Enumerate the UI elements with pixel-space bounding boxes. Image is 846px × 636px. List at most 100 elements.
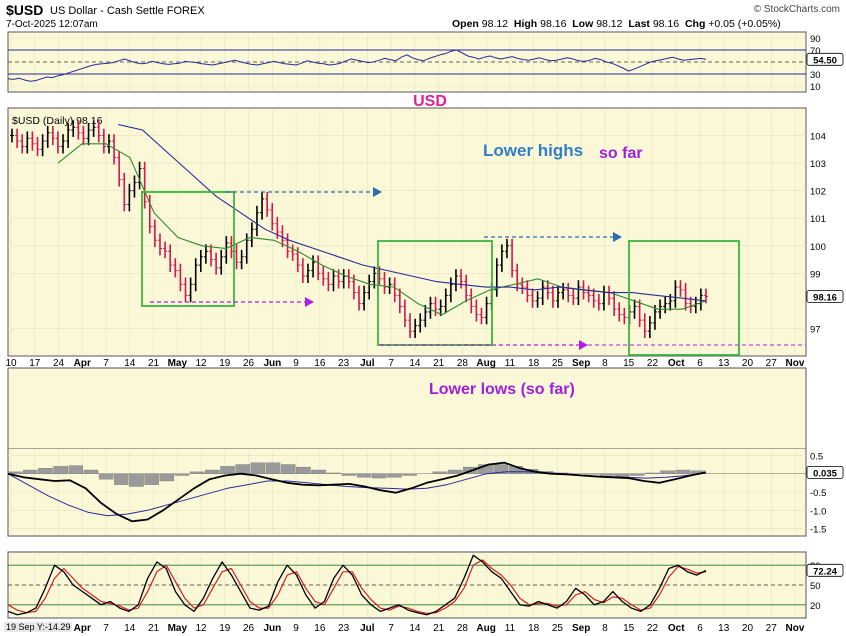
macd-histogram-bar-40: [614, 473, 630, 477]
x-tick-label-upper-21: 11: [505, 358, 516, 369]
symbol-description: US Dollar - Cash Settle FOREX: [50, 5, 205, 17]
x-tick-label-lower-10: 26: [243, 623, 255, 634]
x-tick-label-upper-2: 24: [53, 358, 65, 369]
x-tick-label-lower-12: 9: [293, 623, 299, 634]
chart-date: 7-Oct-2025 12:07am: [6, 19, 98, 30]
macd-histogram-bar-20: [311, 469, 326, 474]
stoch-last-value: 72.24: [813, 566, 837, 577]
x-tick-label-upper-27: 22: [647, 358, 659, 369]
rsi-tick-3: 10: [810, 82, 821, 93]
annotation-lower-highs: Lower highs: [483, 141, 583, 160]
x-tick-label-upper-29: 6: [697, 358, 703, 369]
x-tick-label-lower-24: Sep: [572, 623, 590, 634]
x-tick-label-lower-18: 21: [433, 623, 445, 634]
x-tick-label-lower-27: 22: [647, 623, 659, 634]
x-tick-label-upper-9: 19: [219, 358, 231, 369]
x-tick-label-lower-9: 19: [219, 623, 231, 634]
stockcharts-credit: © StockCharts.com: [753, 4, 840, 15]
x-tick-label-upper-25: 8: [602, 358, 608, 369]
x-tick-label-upper-32: 27: [766, 358, 778, 369]
price-tick-1: 103: [810, 159, 826, 170]
x-tick-label-upper-3: Apr: [74, 358, 91, 369]
x-tick-label-upper-14: 23: [338, 358, 350, 369]
macd-histogram-bar-4: [68, 465, 84, 474]
x-tick-label-lower-21: 11: [505, 623, 516, 634]
x-tick-label-lower-30: 13: [718, 623, 730, 634]
x-tick-label-upper-0: 10: [5, 358, 17, 369]
x-tick-label-upper-15: Jul: [360, 358, 375, 369]
macd-tick-2: -1.0: [810, 506, 826, 517]
x-tick-label-lower-23: 25: [552, 623, 564, 634]
ohlc-readout: Open 98.12 High 98.16 Low 98.12 Last 98.…: [452, 18, 781, 30]
macd-histogram-bar-6: [98, 473, 114, 480]
x-tick-label-lower-7: May: [168, 623, 188, 634]
high-value: 98.16: [540, 18, 567, 30]
macd-histogram-bar-10: [159, 473, 175, 482]
cursor-readout: 19 Sep Y:-14.29: [4, 622, 73, 632]
x-tick-label-upper-1: 17: [29, 358, 41, 369]
x-tick-label-lower-3: Apr: [74, 623, 91, 634]
x-tick-label-lower-33: Nov: [786, 623, 805, 634]
x-tick-label-upper-33: Nov: [786, 358, 805, 369]
x-tick-label-lower-26: 15: [623, 623, 635, 634]
macd-histogram-bar-8: [129, 473, 144, 487]
x-tick-label-lower-29: 6: [697, 623, 703, 634]
x-tick-label-upper-31: 20: [742, 358, 754, 369]
x-tick-label-lower-8: 12: [195, 623, 207, 634]
price-tick-4: 100: [810, 242, 826, 253]
macd-histogram-bar-16: [250, 462, 266, 474]
x-tick-label-upper-7: May: [168, 358, 188, 369]
macd-histogram-bar-2: [38, 468, 53, 474]
x-tick-label-upper-19: 28: [457, 358, 469, 369]
x-tick-label-upper-17: 14: [409, 358, 421, 369]
rsi-tick-2: 30: [810, 70, 821, 81]
x-tick-label-upper-20: Aug: [476, 358, 495, 369]
x-tick-label-lower-19: 28: [457, 623, 469, 634]
price-tick-3: 101: [810, 214, 826, 225]
stoch-tick-1: 50: [810, 581, 821, 592]
low-value: 98.12: [596, 18, 623, 30]
macd-histogram-bar-5: [83, 469, 99, 474]
macd-histogram-bar-24: [372, 473, 387, 479]
macd-histogram-bar-9: [144, 473, 159, 485]
x-tick-label-upper-10: 26: [243, 358, 255, 369]
x-tick-label-lower-16: 7: [388, 623, 394, 634]
price-tick-5: 99: [810, 269, 821, 280]
x-tick-label-upper-30: 13: [718, 358, 730, 369]
macd-histogram-bar-23: [356, 473, 372, 478]
x-tick-label-lower-15: Jul: [360, 623, 375, 634]
x-tick-label-lower-28: Oct: [668, 623, 685, 634]
x-tick-label-lower-13: 16: [314, 623, 326, 634]
macd-tick-1: -0.5: [810, 488, 826, 499]
x-tick-label-lower-14: 23: [338, 623, 350, 634]
macd-last-value: 0.035: [813, 468, 837, 479]
annotation-usd: USD: [413, 93, 447, 110]
macd-histogram-bar-17: [265, 462, 281, 474]
x-tick-label-upper-23: 25: [552, 358, 564, 369]
x-tick-label-lower-25: 8: [602, 623, 608, 634]
x-tick-label-upper-6: 21: [148, 358, 160, 369]
rsi-tick-0: 90: [810, 34, 821, 45]
x-tick-label-upper-16: 7: [388, 358, 394, 369]
macd-tick-3: -1.5: [810, 525, 826, 536]
x-tick-label-upper-28: Oct: [668, 358, 685, 369]
last-value: 98.16: [652, 18, 680, 30]
x-tick-label-lower-32: 27: [766, 623, 778, 634]
x-tick-label-lower-31: 20: [742, 623, 754, 634]
change-value: +0.05 (+0.05%): [708, 18, 781, 30]
x-tick-label-lower-20: Aug: [476, 623, 495, 634]
symbol-title: $USD: [6, 2, 44, 18]
macd-histogram-bar-15: [235, 464, 250, 474]
macd-histogram-bar-29: [447, 469, 463, 474]
annotation-strip: [8, 368, 806, 448]
rsi-last-value: 54.50: [813, 55, 837, 66]
x-tick-label-upper-26: 15: [623, 358, 635, 369]
macd-histogram-bar-25: [387, 473, 402, 478]
macd-tick-0: 0.5: [810, 451, 823, 462]
x-tick-label-lower-17: 14: [409, 623, 421, 634]
macd-histogram-bar-13: [205, 469, 220, 474]
price-tick-6: 97: [810, 324, 821, 335]
price-last-value: 98.16: [813, 292, 837, 303]
x-tick-label-upper-22: 18: [528, 358, 540, 369]
x-tick-label-upper-5: 14: [124, 358, 136, 369]
